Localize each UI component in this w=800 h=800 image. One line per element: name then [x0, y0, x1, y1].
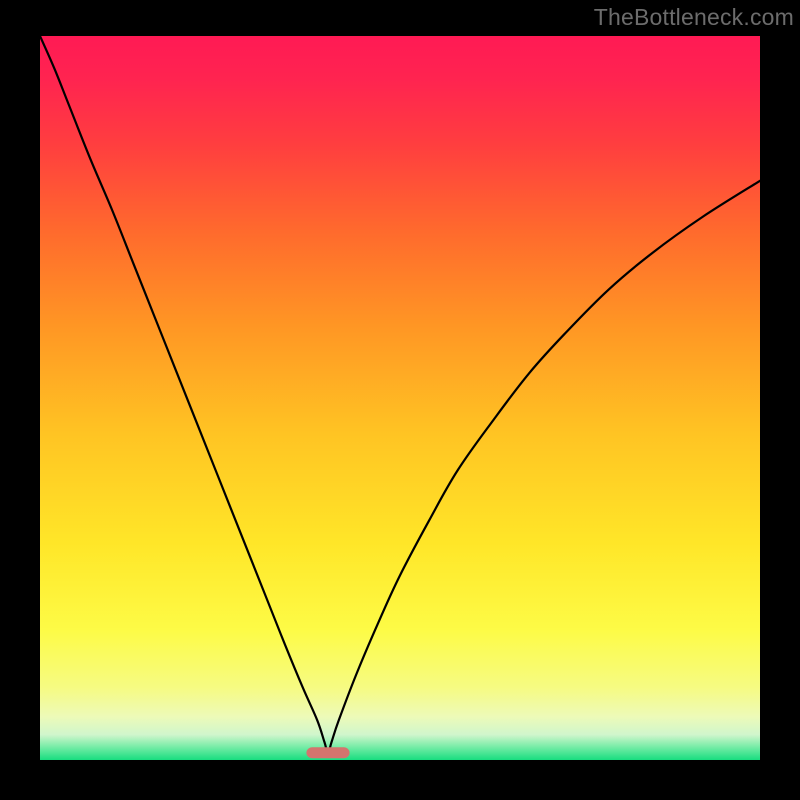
- plot-frame: [40, 36, 760, 760]
- chart-outer: TheBottleneck.com: [0, 0, 800, 800]
- watermark-label: TheBottleneck.com: [594, 4, 794, 31]
- chart-svg: [40, 36, 760, 760]
- gradient-background: [40, 36, 760, 760]
- minimum-marker: [306, 747, 349, 758]
